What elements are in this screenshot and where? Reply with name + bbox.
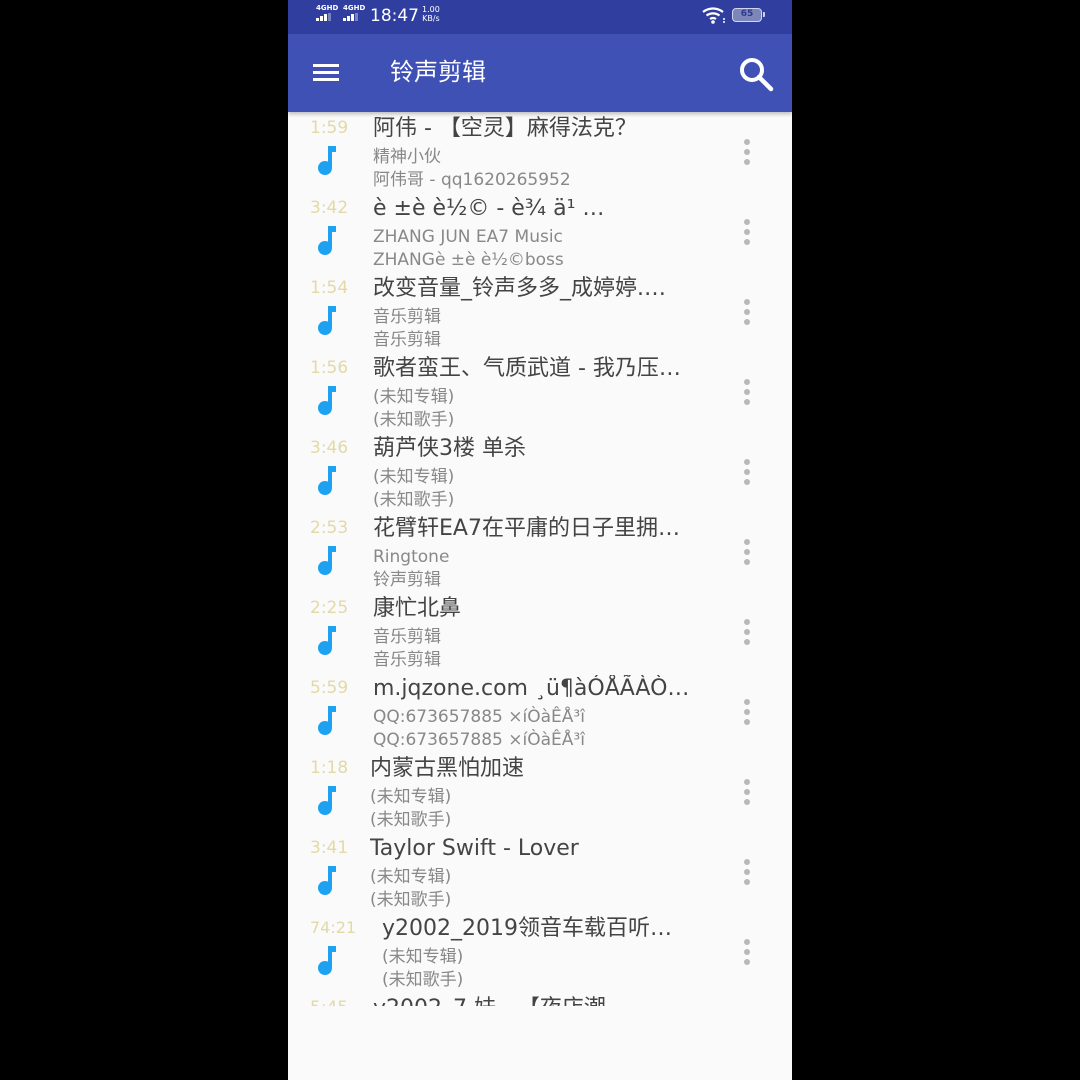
more-options-button[interactable] xyxy=(736,936,758,968)
song-artist: 音乐剪辑 xyxy=(373,650,441,670)
song-duration: 1:56 xyxy=(310,358,349,378)
song-album: (未知专辑) xyxy=(370,787,452,807)
song-album: (未知专辑) xyxy=(373,387,455,407)
music-note-icon xyxy=(318,226,336,255)
phone-screen: 4GHD 4GHD 18:47 1.00 KB/s 65 铃声剪辑 1:59 阿… xyxy=(288,0,792,1080)
song-duration: 74:21 xyxy=(310,918,357,937)
more-options-button[interactable] xyxy=(736,536,758,568)
song-list-item[interactable]: 2:25 康忙北鼻 音乐剪辑 音乐剪辑 xyxy=(288,592,792,672)
network-speed: 1.00 KB/s xyxy=(422,5,440,23)
song-duration: 3:42 xyxy=(310,198,349,218)
song-artist: QQ:673657885 ×íÒàÊÅ³î xyxy=(373,730,585,750)
song-title: 康忙北鼻 xyxy=(373,596,462,621)
song-list-item[interactable]: 1:56 歌者蛮王、气质武道 - 我乃压… (未知专辑) (未知歌手) xyxy=(288,352,792,432)
song-list-item[interactable]: 1:59 阿伟 - 【空灵】麻得法克？ 精神小伙 阿伟哥 - qq1620265… xyxy=(288,112,792,192)
song-title: m.jqzone.com ¸ü¶àÓÅÃÀÒ… xyxy=(373,676,690,701)
song-list-item[interactable]: 1:54 改变音量_铃声多多_成婷婷.… 音乐剪辑 音乐剪辑 xyxy=(288,272,792,352)
hamburger-menu-icon[interactable] xyxy=(310,60,344,86)
network-type-label: 4GHD xyxy=(343,4,366,12)
music-note-icon xyxy=(318,946,336,975)
music-note-icon xyxy=(318,786,336,815)
song-duration: 5:45 xyxy=(310,997,348,1006)
song-title: 改变音量_铃声多多_成婷婷.… xyxy=(373,276,666,301)
page-title: 铃声剪辑 xyxy=(390,58,486,86)
song-artist: (未知歌手) xyxy=(370,890,452,910)
song-artist: ZHANGè ±è è½©boss xyxy=(373,250,564,270)
song-artist: (未知歌手) xyxy=(373,490,455,510)
song-title: 阿伟 - 【空灵】麻得法克？ xyxy=(373,116,637,141)
song-artist: 音乐剪辑 xyxy=(373,330,441,350)
song-list-item[interactable]: 1:18 内蒙古黑怕加速 (未知专辑) (未知歌手) xyxy=(288,752,792,832)
more-options-button[interactable] xyxy=(736,856,758,888)
more-options-button[interactable] xyxy=(736,456,758,488)
song-title: è ±è è½© - è¾ ä¹ … xyxy=(373,196,605,221)
song-duration: 5:59 xyxy=(310,678,349,698)
more-options-button[interactable] xyxy=(736,696,758,728)
more-options-button[interactable] xyxy=(736,296,758,328)
song-list-item[interactable]: 3:46 葫芦侠3楼 单杀 (未知专辑) (未知歌手) xyxy=(288,432,792,512)
song-album: Ringtone xyxy=(373,547,450,567)
song-duration: 1:54 xyxy=(310,278,349,298)
cellular-signal-icon: 4GHD xyxy=(316,4,338,21)
song-list: 1:59 阿伟 - 【空灵】麻得法克？ 精神小伙 阿伟哥 - qq1620265… xyxy=(288,112,792,1018)
song-duration: 3:41 xyxy=(310,838,349,858)
song-list-item[interactable]: 5:45 y2002_7 妹 - 【夜店潮… xyxy=(288,992,792,1006)
song-title: Taylor Swift - Lover xyxy=(370,836,579,861)
network-speed-unit: KB/s xyxy=(422,14,440,23)
music-note-icon xyxy=(318,306,336,335)
music-note-icon xyxy=(318,466,336,495)
clock: 18:47 xyxy=(370,6,419,26)
music-note-icon xyxy=(318,866,336,895)
music-note-icon xyxy=(318,386,336,415)
song-artist: (未知歌手) xyxy=(382,970,464,990)
wifi-icon xyxy=(702,7,725,24)
song-list-item[interactable]: 3:42 è ±è è½© - è¾ ä¹ … ZHANG JUN EA7 Mu… xyxy=(288,192,792,272)
network-speed-value: 1.00 xyxy=(422,5,440,14)
song-album: QQ:673657885 ×íÒàÊÅ³î xyxy=(373,707,585,727)
song-duration: 1:59 xyxy=(310,118,349,138)
song-list-item[interactable]: 2:53 花臂轩EA7在平庸的日子里拥… Ringtone 铃声剪辑 xyxy=(288,512,792,592)
app-bar: 铃声剪辑 xyxy=(288,34,792,112)
more-options-button[interactable] xyxy=(736,776,758,808)
song-artist: (未知歌手) xyxy=(370,810,452,830)
song-album: 音乐剪辑 xyxy=(373,307,441,327)
song-artist: 铃声剪辑 xyxy=(373,570,441,590)
song-duration: 2:53 xyxy=(310,518,349,538)
more-options-button[interactable] xyxy=(736,376,758,408)
song-title: y2002_2019领音车载百听… xyxy=(382,916,672,941)
song-album: ZHANG JUN EA7 Music xyxy=(373,227,563,247)
song-artist: 阿伟哥 - qq1620265952 xyxy=(373,170,571,190)
more-options-button[interactable] xyxy=(736,136,758,168)
network-type-label: 4GHD xyxy=(316,4,339,12)
song-album: (未知专辑) xyxy=(373,467,455,487)
song-duration: 1:18 xyxy=(310,758,349,778)
search-icon[interactable] xyxy=(736,54,776,94)
song-list-item[interactable]: 5:59 m.jqzone.com ¸ü¶àÓÅÃÀÒ… QQ:67365788… xyxy=(288,672,792,752)
song-title: 内蒙古黑怕加速 xyxy=(370,756,525,781)
song-duration: 2:25 xyxy=(310,598,349,618)
music-note-icon xyxy=(318,146,336,175)
song-album: (未知专辑) xyxy=(370,867,452,887)
music-note-icon xyxy=(318,626,336,655)
song-title: 葫芦侠3楼 单杀 xyxy=(373,436,526,461)
song-title: 花臂轩EA7在平庸的日子里拥… xyxy=(373,516,680,541)
song-album: 精神小伙 xyxy=(373,147,441,167)
song-duration: 3:46 xyxy=(310,438,349,458)
song-artist: (未知歌手) xyxy=(373,410,455,430)
song-title: y2002_7 妹 - 【夜店潮… xyxy=(373,995,725,1006)
song-album: 音乐剪辑 xyxy=(373,627,441,647)
more-options-button[interactable] xyxy=(736,216,758,248)
song-title: 歌者蛮王、气质武道 - 我乃压… xyxy=(373,356,681,381)
song-album: (未知专辑) xyxy=(382,947,464,967)
song-list-item[interactable]: 3:41 Taylor Swift - Lover (未知专辑) (未知歌手) xyxy=(288,832,792,912)
music-note-icon xyxy=(318,706,336,735)
status-bar: 4GHD 4GHD 18:47 1.00 KB/s 65 xyxy=(288,0,792,34)
battery-icon: 65 xyxy=(732,8,765,22)
song-list-item[interactable]: 74:21 y2002_2019领音车载百听… (未知专辑) (未知歌手) xyxy=(288,912,792,992)
more-options-button[interactable] xyxy=(736,616,758,648)
music-note-icon xyxy=(318,546,336,575)
cellular-signal-icon: 4GHD xyxy=(343,4,365,21)
